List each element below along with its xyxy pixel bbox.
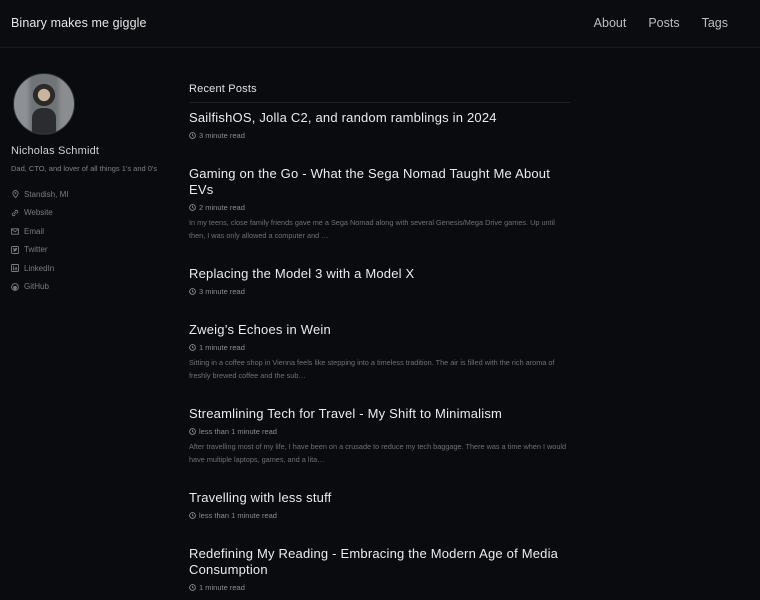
- section-title: Recent Posts: [189, 83, 570, 103]
- post-read-time: 2 minute read: [189, 203, 570, 212]
- author-linkedin-label[interactable]: LinkedIn: [24, 264, 54, 273]
- post-item: Zweig’s Echoes in Wein 1 minute read Sit…: [189, 322, 570, 382]
- author-location: Standish, MI: [11, 185, 176, 204]
- author-email-link[interactable]: Email: [11, 222, 176, 241]
- post-title-link[interactable]: Zweig’s Echoes in Wein: [189, 322, 570, 338]
- clock-icon: [189, 428, 196, 435]
- twitter-icon: [11, 245, 19, 254]
- link-icon: [11, 209, 19, 217]
- post-read-time-label: less than 1 minute read: [199, 427, 277, 436]
- post-item: Gaming on the Go - What the Sega Nomad T…: [189, 166, 570, 242]
- post-item: SailfishOS, Jolla C2, and random ramblin…: [189, 110, 570, 140]
- post-read-time-label: 1 minute read: [199, 343, 245, 352]
- post-read-time-label: 2 minute read: [199, 203, 245, 212]
- clock-icon: [189, 288, 196, 295]
- post-title-link[interactable]: SailfishOS, Jolla C2, and random ramblin…: [189, 110, 570, 126]
- post-read-time: 1 minute read: [189, 343, 570, 352]
- envelope-icon: [11, 227, 19, 235]
- clock-icon: [189, 584, 196, 591]
- post-read-time: 3 minute read: [189, 287, 570, 296]
- post-read-time-label: less than 1 minute read: [199, 511, 277, 520]
- author-email-label[interactable]: Email: [24, 227, 44, 236]
- post-title-link[interactable]: Redefining My Reading - Embracing the Mo…: [189, 546, 570, 578]
- clock-icon: [189, 512, 196, 519]
- post-read-time-label: 3 minute read: [199, 131, 245, 140]
- post-excerpt: After travelling most of my life, I have…: [189, 442, 567, 464]
- clock-icon: [189, 344, 196, 351]
- author-github-label[interactable]: GitHub: [24, 282, 49, 291]
- post-excerpt: In my teens, close family friends gave m…: [189, 218, 555, 240]
- author-linkedin-link[interactable]: LinkedIn: [11, 259, 176, 278]
- post-title-link[interactable]: Gaming on the Go - What the Sega Nomad T…: [189, 166, 570, 198]
- recent-posts-section: Recent Posts SailfishOS, Jolla C2, and r…: [189, 83, 570, 592]
- author-location-label: Standish, MI: [24, 189, 69, 199]
- author-twitter-label[interactable]: Twitter: [24, 245, 48, 254]
- author-twitter-link[interactable]: Twitter: [11, 241, 176, 260]
- post-item: Travelling with less stuff less than 1 m…: [189, 490, 570, 520]
- post-item: Streamlining Tech for Travel - My Shift …: [189, 406, 570, 466]
- site-title-link[interactable]: Binary makes me giggle: [11, 16, 147, 30]
- post-read-time: less than 1 minute read: [189, 511, 570, 520]
- masthead: Binary makes me giggle About Posts Tags: [0, 0, 760, 48]
- post-title-link[interactable]: Streamlining Tech for Travel - My Shift …: [189, 406, 570, 422]
- nav-posts-link[interactable]: Posts: [648, 16, 679, 30]
- clock-icon: [189, 132, 196, 139]
- post-title-link[interactable]: Replacing the Model 3 with a Model X: [189, 266, 570, 282]
- author-bio: Dad, CTO, and lover of all things 1's an…: [11, 164, 158, 173]
- post-excerpt: Sitting in a coffee shop in Vienna feels…: [189, 358, 555, 380]
- clock-icon: [189, 204, 196, 211]
- author-website-label[interactable]: Website: [24, 208, 53, 217]
- author-avatar: [13, 73, 75, 135]
- post-read-time: 1 minute read: [189, 583, 570, 592]
- main-nav: About Posts Tags: [594, 16, 728, 30]
- author-github-link[interactable]: GitHub: [11, 278, 176, 297]
- author-website-link[interactable]: Website: [11, 204, 176, 223]
- linkedin-icon: [11, 264, 19, 273]
- author-links-list: Standish, MI Website Email Twitter Linke…: [11, 185, 176, 296]
- nav-about-link[interactable]: About: [594, 16, 627, 30]
- author-name: Nicholas Schmidt: [11, 145, 100, 157]
- post-title-link[interactable]: Travelling with less stuff: [189, 490, 570, 506]
- post-item: Redefining My Reading - Embracing the Mo…: [189, 546, 570, 592]
- post-read-time-label: 1 minute read: [199, 583, 245, 592]
- github-icon: [11, 282, 19, 291]
- post-item: Replacing the Model 3 with a Model X 3 m…: [189, 266, 570, 296]
- author-sidebar: Nicholas Schmidt Dad, CTO, and lover of …: [11, 73, 176, 296]
- post-read-time-label: 3 minute read: [199, 287, 245, 296]
- post-read-time: 3 minute read: [189, 131, 570, 140]
- map-marker-icon: [11, 190, 19, 199]
- post-read-time: less than 1 minute read: [189, 427, 570, 436]
- nav-tags-link[interactable]: Tags: [702, 16, 728, 30]
